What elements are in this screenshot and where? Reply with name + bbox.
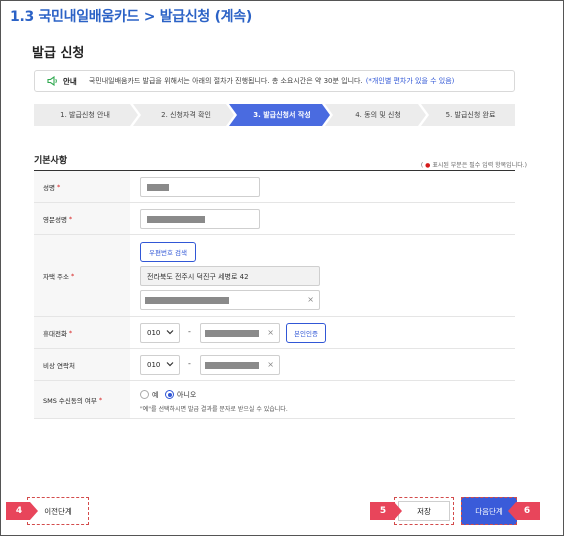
notice-link: (*개인별 편차가 있을 수 있음) — [365, 77, 455, 85]
page-title: 발급 신청 — [32, 46, 85, 61]
callout-number-5: 5 — [379, 506, 387, 516]
speaker-icon — [47, 76, 57, 86]
sms-label: SMS 수신동의 여부 * — [34, 381, 130, 418]
required-note: ( ● 표시된 부분은 필수 입력 항목입니다.) — [420, 162, 527, 169]
eng-name-input[interactable] — [140, 209, 260, 229]
name-input[interactable] — [140, 177, 260, 197]
row-name: 성명 * — [34, 171, 515, 203]
chevron-down-icon — [166, 330, 174, 335]
clear-icon[interactable]: × — [267, 328, 274, 337]
step-4: 4. 동의 및 신청 — [355, 111, 401, 119]
section-title: 기본사항 — [34, 156, 68, 166]
chevron-down-icon — [166, 362, 174, 367]
row-sms: SMS 수신동의 여부 * 예 아니오 "예"를 선택하시면 발급 결과를 문자로… — [34, 381, 515, 419]
redacted-value — [145, 297, 229, 304]
eng-name-label: 영문성명 * — [34, 203, 130, 234]
sms-hint: "예"를 선택하시면 발급 결과를 문자로 받으실 수 있습니다. — [140, 406, 288, 413]
callout-number-4: 4 — [15, 506, 23, 516]
emergency-number-input[interactable]: × — [200, 355, 280, 375]
row-mobile: 휴대전화 * 010 - × 본인인증 — [34, 317, 515, 349]
mobile-number-input[interactable]: × — [200, 323, 280, 343]
emergency-label: 비상 연락처 — [34, 349, 130, 380]
notice-box: 안내 국민내일배움카드 발급을 위해서는 아래의 절차가 진행됩니다. 총 소요… — [34, 70, 515, 92]
sms-yes-radio[interactable] — [140, 390, 149, 399]
address-label: 자택 주소 * — [34, 235, 130, 316]
redacted-value — [147, 184, 169, 191]
redacted-value — [147, 216, 205, 223]
postcode-search-button[interactable]: 우편번호 검색 — [140, 242, 196, 262]
sms-no-label: 아니오 — [177, 391, 197, 399]
emergency-dash: - — [188, 359, 191, 368]
save-button[interactable]: 저장 — [394, 497, 454, 525]
step-3-active: 3. 발급신청서 작성 — [253, 111, 311, 119]
step-5: 5. 발급신청 완료 — [445, 111, 496, 119]
address-line1-text: 전라북도 전주시 덕진구 세병로 42 — [147, 273, 249, 281]
row-address: 자택 주소 * 우편번호 검색 전라북도 전주시 덕진구 세병로 42 × — [34, 235, 515, 317]
mobile-label: 휴대전화 * — [34, 317, 130, 348]
address-line1-input: 전라북도 전주시 덕진구 세병로 42 — [140, 266, 320, 286]
step-progress: 1. 발급신청 안내 2. 신청자격 확인 3. 발급신청서 작성 4. 동의 … — [34, 104, 515, 126]
row-eng-name: 영문성명 * — [34, 203, 515, 235]
emergency-prefix-select[interactable]: 010 — [140, 355, 180, 375]
clear-icon[interactable]: × — [307, 295, 314, 304]
name-label: 성명 * — [34, 171, 130, 202]
sms-no-radio[interactable] — [165, 390, 174, 399]
mobile-prefix-select[interactable]: 010 — [140, 323, 180, 343]
notice-label: 안내 — [63, 76, 77, 86]
verify-button[interactable]: 본인인증 — [286, 323, 326, 343]
section-heading: 1.3 국민내일배움카드 > 발급신청 (계속) — [10, 9, 252, 25]
step-1: 1. 발급신청 안내 — [60, 111, 110, 119]
clear-icon[interactable]: × — [267, 360, 274, 369]
step-2: 2. 신청자격 확인 — [161, 111, 211, 119]
redacted-value — [205, 330, 259, 337]
notice-text: 국민내일배움카드 발급을 위해서는 아래의 절차가 진행됩니다. 총 소요시간은… — [88, 77, 363, 85]
row-emergency: 비상 연락처 010 - × — [34, 349, 515, 381]
address-detail-input[interactable]: × — [140, 290, 320, 310]
mobile-dash: - — [188, 327, 191, 336]
redacted-value — [205, 362, 259, 369]
callout-number-6: 6 — [523, 506, 531, 516]
sms-yes-label: 예 — [152, 391, 159, 399]
